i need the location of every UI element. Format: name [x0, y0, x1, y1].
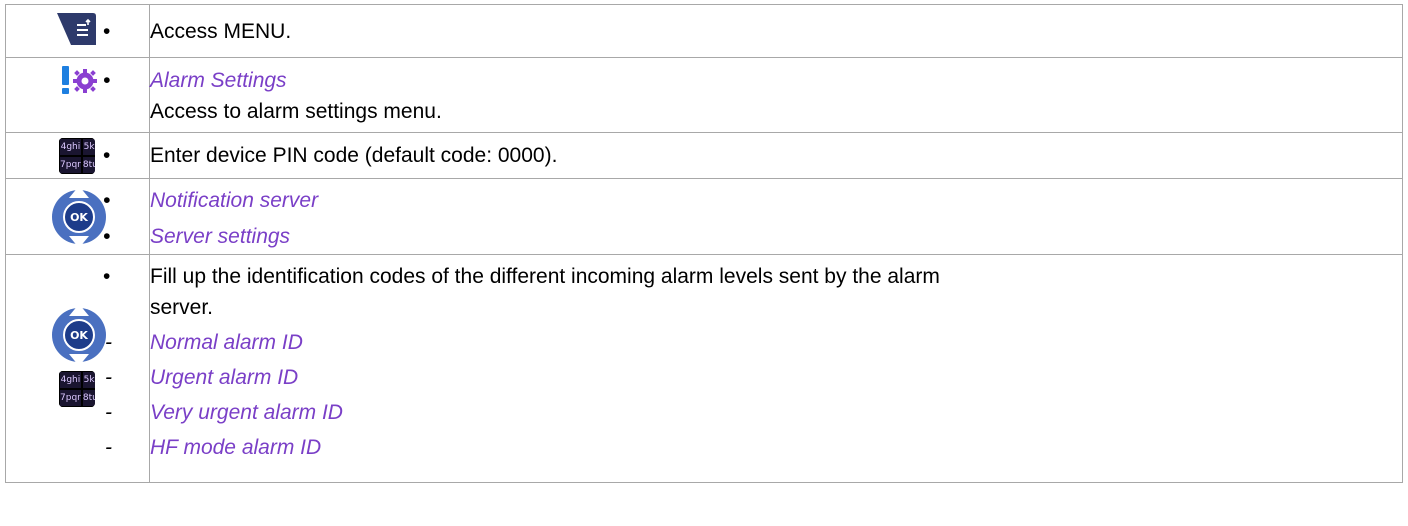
- text-cell: Notification server Server settings: [103, 178, 1403, 255]
- icon-cell: OK: [5, 178, 150, 255]
- menu-key-icon: [55, 11, 97, 52]
- instruction-text: Access to alarm settings menu.: [150, 100, 442, 123]
- navigator-ok-icon: OK: [50, 302, 108, 373]
- table-row: OK Notification server Server settings: [5, 178, 1403, 255]
- alarm-id-option: HF mode alarm ID: [105, 432, 1402, 463]
- table-row: Access MENU.: [5, 4, 1403, 58]
- text-cell: Access MENU.: [103, 4, 1403, 58]
- navigator-ok-icon: OK: [50, 184, 108, 255]
- menu-option-server-settings: Server settings: [103, 221, 1402, 252]
- text-cell: Fill up the identification codes of the …: [103, 254, 1403, 483]
- menu-option-alarm-settings: Alarm Settings: [103, 65, 1402, 96]
- procedure-table: Access MENU.: [5, 4, 1403, 483]
- table-row: 4ghi 5kl 7pqr 8tu Enter device PIN code …: [5, 132, 1403, 179]
- keypad-icon: 4ghi 5kl 7pqr 8tu: [59, 371, 95, 407]
- alarm-id-option: Very urgent alarm ID: [105, 397, 1402, 428]
- instruction-text: Enter device PIN code (default code: 000…: [103, 140, 1402, 171]
- alarm-id-option: Normal alarm ID: [105, 327, 1402, 358]
- table-row: Alarm Settings Access to alarm settings …: [5, 57, 1403, 133]
- icon-cell: OK 4ghi 5kl 7pqr 8tu: [5, 254, 150, 483]
- alarm-id-option: Urgent alarm ID: [105, 362, 1402, 393]
- alarm-settings-icon: [60, 64, 98, 101]
- icon-cell: [5, 4, 150, 58]
- table-row: OK 4ghi 5kl 7pqr 8tu Fill up the identif…: [5, 254, 1403, 483]
- svg-text:OK: OK: [70, 211, 88, 224]
- menu-option-notification-server: Notification server: [103, 185, 1402, 216]
- icon-cell: 4ghi 5kl 7pqr 8tu: [5, 132, 150, 179]
- text-cell: Enter device PIN code (default code: 000…: [103, 132, 1403, 179]
- instruction-text: server.: [150, 296, 214, 319]
- keypad-icon: 4ghi 5kl 7pqr 8tu: [59, 138, 95, 174]
- instruction-text: Fill up the identification codes of the …: [103, 261, 1402, 292]
- text-cell: Alarm Settings Access to alarm settings …: [103, 57, 1403, 133]
- icon-cell: [5, 57, 150, 133]
- svg-text:OK: OK: [70, 329, 88, 342]
- instruction-text: Access MENU.: [103, 16, 1402, 47]
